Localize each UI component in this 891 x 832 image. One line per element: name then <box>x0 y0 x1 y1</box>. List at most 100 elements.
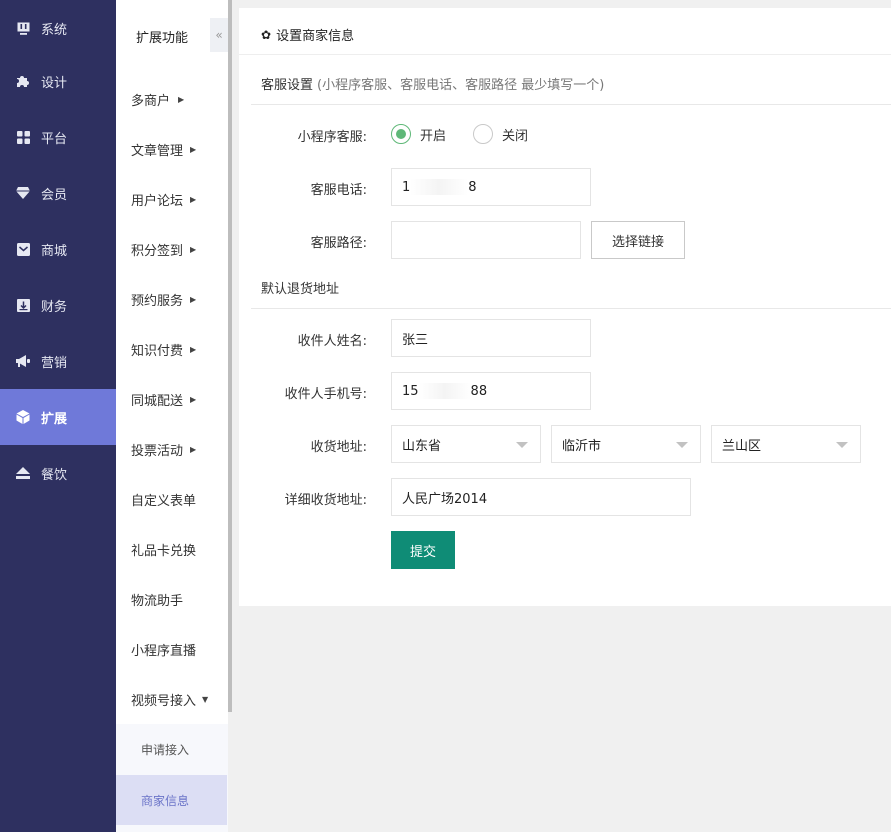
caret-down-icon: ▼ <box>202 694 209 704</box>
phone-value-end: 8 <box>468 179 477 195</box>
sub-item-label: 用户论坛 <box>131 193 184 209</box>
detail-address-label: 详细收货地址: <box>284 493 367 508</box>
section-title: 默认退货地址 <box>261 282 340 297</box>
sub-item-local-delivery[interactable]: 同城配送 ▶ <box>116 374 228 424</box>
radio-service-on[interactable]: 开启 <box>391 124 446 144</box>
radio-service-off[interactable]: 关闭 <box>473 124 528 144</box>
select-value: 山东省 <box>402 438 442 454</box>
main-nav: 系统 设计 平台 会员 商城 财务 营销 扩展 餐饮 <box>0 0 116 832</box>
radio-label: 关闭 <box>502 128 529 144</box>
nav-item-design[interactable]: 设计 <box>0 53 116 109</box>
sub-menu-header: 扩展功能 « <box>116 0 228 72</box>
service-section-title: 客服设置 (小程序客服、客服电话、客服路径 最少填写一个) <box>261 74 604 93</box>
receiver-phone-label: 收件人手机号: <box>284 387 367 402</box>
divider <box>251 104 891 105</box>
monitor-icon <box>16 21 30 35</box>
nav-item-platform[interactable]: 平台 <box>0 109 116 165</box>
nav-item-system[interactable]: 系统 <box>0 0 116 56</box>
divider <box>251 308 891 309</box>
nav-label: 餐饮 <box>41 467 68 483</box>
sub-item-apply-access[interactable]: 申请接入 <box>116 724 228 774</box>
radio-circle <box>473 124 493 144</box>
miniapp-service-label: 小程序客服: <box>297 130 367 145</box>
service-path-input[interactable] <box>391 221 581 259</box>
sub-item-logistics[interactable]: 物流助手 <box>116 574 228 624</box>
nav-label: 会员 <box>41 187 68 203</box>
section-hint: (小程序客服、客服电话、客服路径 最少填写一个) <box>317 78 605 93</box>
radio-dot <box>396 129 406 139</box>
receiver-name-input[interactable]: 张三 <box>391 319 591 357</box>
collapse-menu-button[interactable]: « <box>210 18 228 52</box>
phone-value-end: 88 <box>470 383 488 399</box>
select-value: 兰山区 <box>722 438 762 454</box>
phone-value-start: 1 <box>402 179 411 195</box>
puzzle-icon <box>16 74 30 88</box>
receiver-phone-input[interactable]: 15 88 <box>391 372 591 410</box>
caret-right-icon: ▶ <box>190 394 197 404</box>
nav-label: 商城 <box>41 243 68 259</box>
merchant-info-panel: ✿ 设置商家信息 客服设置 (小程序客服、客服电话、客服路径 最少填写一个) 小程… <box>239 8 891 606</box>
nav-item-marketing[interactable]: 营销 <box>0 333 116 389</box>
caret-right-icon: ▶ <box>190 244 197 254</box>
caret-right-icon: ▶ <box>190 444 197 454</box>
nav-item-extension[interactable]: 扩展 <box>0 389 116 445</box>
sub-item-label: 知识付费 <box>131 343 184 359</box>
nav-item-member[interactable]: 会员 <box>0 165 116 221</box>
sub-item-label: 申请接入 <box>141 742 190 757</box>
megaphone-icon <box>16 354 30 368</box>
submit-button[interactable]: 提交 <box>391 531 455 569</box>
nav-label: 营销 <box>41 355 68 371</box>
return-section-title: 默认退货地址 <box>261 278 339 297</box>
mail-icon <box>16 242 30 256</box>
chevron-down-icon <box>516 442 528 448</box>
sub-item-voting[interactable]: 投票活动 ▶ <box>116 424 228 474</box>
service-phone-label: 客服电话: <box>310 183 367 198</box>
nav-item-mall[interactable]: 商城 <box>0 221 116 277</box>
receiver-name-label: 收件人姓名: <box>297 334 367 349</box>
download-box-icon <box>16 298 30 312</box>
chevron-down-icon <box>836 442 848 448</box>
service-phone-input[interactable]: 18 <box>391 168 591 206</box>
district-select[interactable]: 兰山区 <box>711 425 861 463</box>
caret-right-icon: ▶ <box>190 144 197 154</box>
cube-icon <box>16 410 30 424</box>
sub-item-merchant-info[interactable]: 商家信息 <box>116 775 227 825</box>
caret-right-icon: ▶ <box>190 194 197 204</box>
sub-menu-scrollbar[interactable] <box>228 0 232 712</box>
service-path-label: 客服路径: <box>310 236 367 251</box>
sub-item-live-stream[interactable]: 小程序直播 <box>116 624 228 674</box>
nav-label: 平台 <box>41 131 68 147</box>
province-select[interactable]: 山东省 <box>391 425 541 463</box>
address-label: 收货地址: <box>310 440 367 455</box>
sub-item-multi-merchant[interactable]: 多商户 ▶ <box>116 74 228 124</box>
sub-item-points-checkin[interactable]: 积分签到 ▶ <box>116 224 228 274</box>
sub-item-paid-knowledge[interactable]: 知识付费 ▶ <box>116 324 228 374</box>
city-select[interactable]: 临沂市 <box>551 425 701 463</box>
sub-item-booking[interactable]: 预约服务 ▶ <box>116 274 228 324</box>
eject-icon <box>16 466 30 480</box>
sub-item-gift-card[interactable]: 礼品卡兑换 <box>116 524 228 574</box>
caret-right-icon: ▶ <box>190 344 197 354</box>
sub-item-custom-form[interactable]: 自定义表单 <box>116 474 228 524</box>
nav-label: 系统 <box>41 22 68 38</box>
sub-item-label: 积分签到 <box>131 243 184 259</box>
detail-address-input[interactable]: 人民广场2014 <box>391 478 691 516</box>
sub-item-forum[interactable]: 用户论坛 ▶ <box>116 174 228 224</box>
sub-item-label: 预约服务 <box>131 293 184 309</box>
sub-item-articles[interactable]: 文章管理 ▶ <box>116 124 228 174</box>
diamond-icon <box>16 186 30 200</box>
nav-item-finance[interactable]: 财务 <box>0 277 116 333</box>
sub-item-label: 投票活动 <box>131 443 184 459</box>
nav-item-catering[interactable]: 餐饮 <box>0 445 116 501</box>
sub-item-label: 自定义表单 <box>131 493 197 509</box>
caret-right-icon: ▶ <box>178 94 185 104</box>
caret-right-icon: ▶ <box>190 294 197 304</box>
nav-label: 设计 <box>41 75 68 91</box>
panel-title: ✿ 设置商家信息 <box>261 25 354 45</box>
sub-item-channels[interactable]: 视频号接入 ▼ <box>116 674 228 724</box>
nav-label: 扩展 <box>41 411 68 427</box>
sub-item-label: 礼品卡兑换 <box>131 543 197 559</box>
select-link-button[interactable]: 选择链接 <box>591 221 685 259</box>
sub-item-label: 同城配送 <box>131 393 184 409</box>
phone-value-start: 15 <box>402 383 419 399</box>
